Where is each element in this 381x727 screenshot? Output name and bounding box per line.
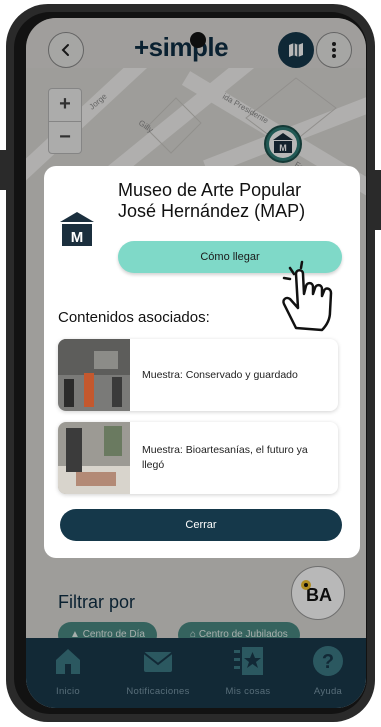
svg-text:M: M — [71, 229, 84, 246]
museum-icon: M — [60, 212, 94, 246]
exhibition-thumbnail — [58, 339, 130, 411]
associated-content-title: Contenidos asociados: — [58, 309, 210, 326]
close-button[interactable]: Cerrar — [60, 509, 342, 541]
list-item-label: Muestra: Bioartesanías, el futuro ya lle… — [142, 444, 308, 471]
place-detail-card: Museo de Arte Popular José Hernández (MAP… — [44, 166, 360, 558]
front-camera — [190, 32, 206, 48]
app-screen: Jorge Gilly ida Presidente Fe M + − +sim… — [26, 18, 366, 708]
exhibition-thumbnail — [58, 422, 130, 494]
list-item[interactable]: Muestra: Conservado y guardado — [58, 339, 338, 411]
side-button — [0, 150, 6, 190]
list-item-label: Muestra: Conservado y guardado — [142, 368, 298, 381]
place-title: Museo de Arte Popular José Hernández (MAP… — [118, 180, 306, 221]
tap-hand-icon — [282, 260, 333, 332]
side-button — [375, 170, 381, 230]
list-item[interactable]: Muestra: Bioartesanías, el futuro ya lle… — [58, 422, 338, 494]
